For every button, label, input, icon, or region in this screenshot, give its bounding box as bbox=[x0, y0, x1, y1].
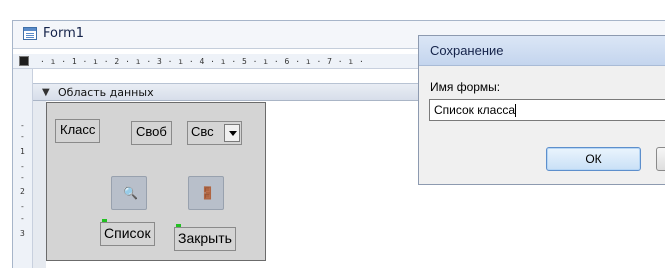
form-name-value: Список класса bbox=[434, 103, 515, 117]
section-arrow-icon: ▼ bbox=[42, 87, 50, 98]
form-icon bbox=[23, 27, 37, 40]
vruler-tick: - bbox=[20, 173, 25, 182]
combo-text: Свс bbox=[191, 124, 214, 139]
class-label[interactable]: Класс bbox=[55, 119, 101, 143]
close-form-button[interactable]: 🚪 bbox=[188, 176, 224, 210]
form-name-input[interactable]: Список класса bbox=[429, 99, 665, 121]
chevron-down-icon[interactable] bbox=[224, 124, 240, 142]
dialog-title: Сохранение bbox=[430, 43, 504, 58]
detail-section-canvas[interactable]: Класс Своб Свс 🔍 🚪 Список Закрыть bbox=[46, 102, 266, 261]
detail-section-label: Область данных bbox=[58, 86, 154, 99]
form-title: Form1 bbox=[43, 26, 85, 41]
binoculars-icon: 🔍 bbox=[123, 186, 138, 200]
vertical-ruler: - - 1 - - 2 - - 3 bbox=[13, 69, 33, 268]
ok-button[interactable]: ОК bbox=[546, 147, 641, 171]
exit-door-icon: 🚪 bbox=[200, 186, 215, 200]
detail-section-bar[interactable]: ▼ Область данных bbox=[33, 83, 433, 101]
vruler-tick: 2 bbox=[20, 187, 25, 196]
section-selector-column bbox=[33, 83, 46, 268]
form-selector-box[interactable] bbox=[19, 56, 29, 66]
ruler-ticks: · ı · 1 · ı · 2 · ı · 3 · ı · 4 · ı · 5 … bbox=[40, 57, 365, 66]
vruler-tick: 1 bbox=[20, 147, 25, 156]
close-caption-label[interactable]: Закрыть bbox=[174, 227, 236, 251]
save-dialog: Сохранение Имя формы: Список класса ОК bbox=[418, 35, 665, 185]
dialog-titlebar: Сохранение bbox=[419, 36, 665, 66]
vruler-tick: - bbox=[20, 132, 25, 141]
class-combo-box[interactable]: Свс bbox=[187, 121, 242, 145]
vruler-tick: - bbox=[20, 162, 25, 171]
find-button[interactable]: 🔍 bbox=[111, 176, 147, 210]
svob-label[interactable]: Своб bbox=[131, 121, 172, 145]
vruler-tick: - bbox=[20, 121, 25, 130]
text-caret bbox=[515, 104, 516, 118]
screen: Form1 · ı · 1 · ı · 2 · ı · 3 · ı · 4 · … bbox=[0, 0, 665, 268]
list-caption-label[interactable]: Список bbox=[100, 222, 155, 246]
vruler-tick: - bbox=[20, 214, 25, 223]
vruler-tick: - bbox=[20, 202, 25, 211]
cancel-button[interactable] bbox=[656, 147, 665, 171]
vruler-tick: 3 bbox=[20, 229, 25, 238]
form-name-label: Имя формы: bbox=[430, 80, 501, 94]
